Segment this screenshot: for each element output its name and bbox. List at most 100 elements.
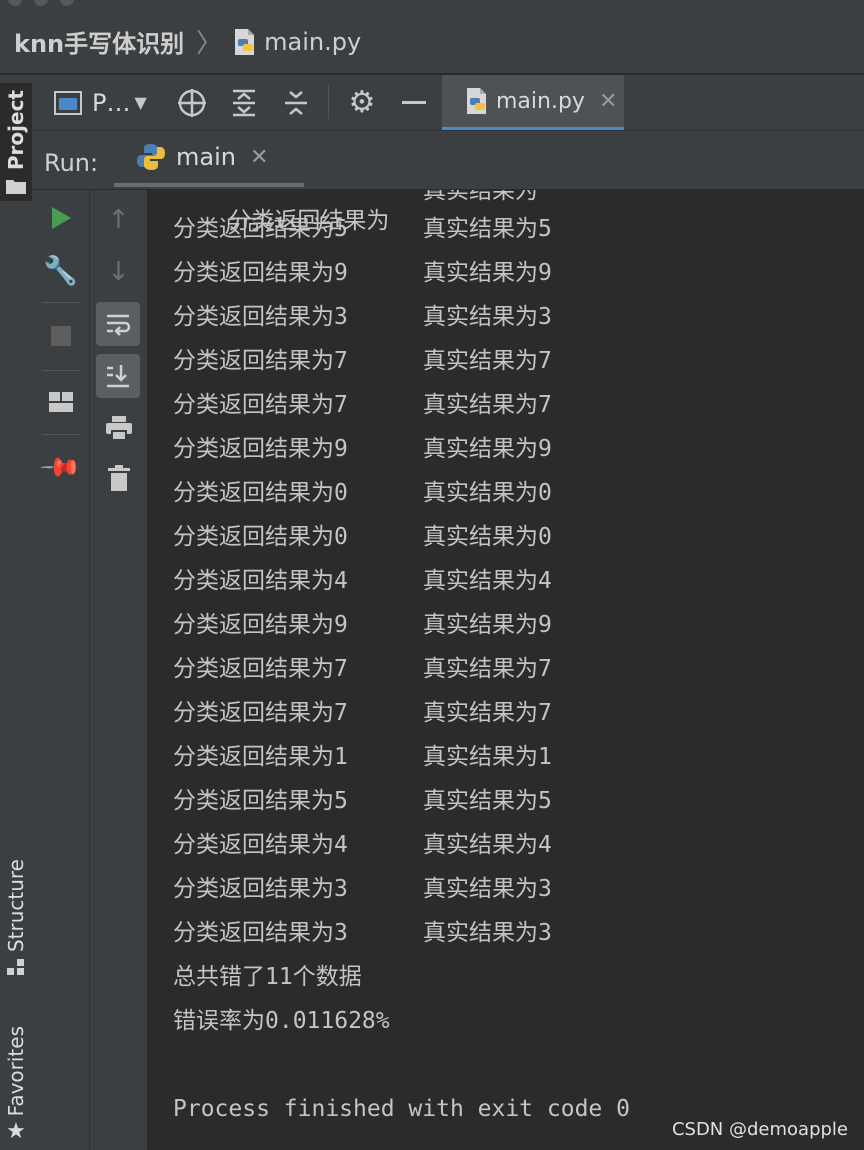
close-icon[interactable]: ✕	[250, 145, 268, 170]
true-result: 真实结果为0	[423, 524, 552, 550]
project-view-dropdown[interactable]: P… ▼	[54, 75, 158, 130]
stop-button[interactable]	[32, 314, 89, 358]
classified-result: 分类返回结果为7	[173, 700, 348, 726]
true-result: 真实结果为9	[423, 260, 552, 286]
summary-rate: 错误率为0.011628%	[173, 1008, 390, 1034]
expand-all-icon	[233, 89, 255, 116]
pin-icon: 📌	[38, 445, 83, 491]
minimize-window-icon[interactable]	[34, 0, 48, 6]
classified-result: 分类返回结果为1	[173, 744, 348, 770]
classified-result: 分类返回结果为3	[173, 876, 348, 902]
project-tool-tab[interactable]: Project	[0, 83, 32, 201]
expand-all-button[interactable]	[226, 75, 262, 130]
true-result: 真实结果为9	[423, 436, 552, 462]
classified-result: 分类返回结果为3	[173, 304, 348, 330]
crosshair-icon	[178, 88, 206, 117]
folder-icon	[6, 180, 26, 195]
window-icon	[54, 90, 82, 115]
true-result: 真实结果为4	[423, 832, 552, 858]
run-panel-header: Run: main ✕	[32, 131, 864, 190]
python-icon	[137, 144, 165, 170]
scroll-to-end-button[interactable]	[96, 354, 140, 398]
star-icon: ★	[6, 1118, 26, 1144]
console-line: 分类返回结果为3 真实结果为3	[173, 302, 552, 332]
soft-wrap-icon	[107, 314, 131, 336]
edit-configuration-button[interactable]: 🔧	[32, 248, 89, 292]
favorites-tool-tab[interactable]: Favorites ★	[0, 1020, 32, 1150]
minus-icon	[402, 101, 426, 104]
classified-result: 分类返回结果为9	[173, 612, 348, 638]
down-stack-button[interactable]: ↓	[90, 250, 147, 294]
console-line: 分类返回结果为7 真实结果为7	[173, 346, 552, 376]
clear-all-button[interactable]	[90, 456, 147, 500]
console-line: 分类返回结果为9 真实结果为9	[173, 610, 552, 640]
true-result: 真实结果为	[423, 190, 538, 204]
breadcrumb-file[interactable]: main.py	[264, 28, 361, 56]
close-window-icon[interactable]	[8, 0, 22, 6]
soft-wrap-button[interactable]	[96, 302, 140, 346]
run-tab-main[interactable]: main ✕	[114, 131, 304, 187]
rerun-button[interactable]	[32, 196, 89, 240]
classified-result: 分类返回结果为4	[173, 832, 348, 858]
stop-icon	[50, 326, 71, 346]
true-result: 真实结果为7	[423, 392, 552, 418]
true-result: 真实结果为0	[423, 480, 552, 506]
zoom-window-icon[interactable]	[60, 0, 74, 6]
console-line: 分类返回结果为7 真实结果为7	[173, 698, 552, 728]
console-line: 分类返回结果为3 真实结果为3	[173, 918, 552, 948]
gear-icon: ⚙	[348, 85, 376, 120]
breadcrumb-project[interactable]: knn手写体识别	[14, 24, 184, 59]
true-result: 真实结果为5	[423, 788, 552, 814]
arrow-down-icon: ↓	[107, 257, 130, 287]
settings-button[interactable]: ⚙	[344, 75, 380, 130]
scroll-to-end-icon	[107, 365, 129, 388]
classified-result: 分类返回结果为3	[173, 920, 348, 946]
favorites-tab-label: Favorites	[4, 1026, 28, 1117]
true-result: 真实结果为9	[423, 612, 552, 638]
trash-icon	[107, 465, 130, 491]
close-icon[interactable]: ✕	[599, 89, 617, 114]
run-label: Run:	[44, 149, 99, 177]
true-result: 真实结果为7	[423, 700, 552, 726]
breadcrumb-separator-icon: 〉	[196, 29, 223, 59]
window-titlebar	[0, 0, 864, 10]
collapse-all-button[interactable]	[278, 75, 314, 130]
console-line: 分类返回结果为7 真实结果为7	[173, 654, 552, 684]
true-result: 真实结果为5	[423, 216, 552, 242]
console-output[interactable]: 分类返回结果为 真实结果为 分类返回结果为5 真实结果为5 分类返回结果为9 真实结果…	[148, 190, 864, 1150]
printer-icon	[105, 416, 132, 440]
restore-layout-button[interactable]	[32, 380, 89, 424]
console-line: 分类返回结果为5 真实结果为5	[173, 214, 552, 244]
watermark: CSDN @demoapple	[671, 1119, 848, 1140]
exit-message: Process finished with exit code 0	[173, 1096, 630, 1122]
main-toolbar: P… ▼ ⚙ main.py ✕	[32, 75, 864, 131]
arrow-up-icon: ↑	[107, 205, 130, 235]
true-result: 真实结果为7	[423, 656, 552, 682]
tool-divider	[42, 370, 80, 371]
collapse-all-icon	[285, 90, 307, 115]
pin-tab-button[interactable]: 📌	[32, 446, 89, 490]
console-line: 分类返回结果为3 真实结果为3	[173, 874, 552, 904]
console-line: 分类返回结果为1 真实结果为1	[173, 742, 552, 772]
python-file-icon	[235, 28, 255, 55]
print-button[interactable]	[90, 406, 147, 450]
breadcrumb: knn手写体识别 〉 main.py	[0, 10, 864, 74]
structure-tab-label: Structure	[4, 858, 28, 953]
tool-divider	[42, 302, 80, 303]
locate-file-button[interactable]	[172, 75, 212, 130]
left-tool-strip: Project Structure Favorites ★	[0, 75, 33, 1150]
editor-tab-main-py[interactable]: main.py ✕	[442, 75, 624, 130]
chevron-down-icon: ▼	[134, 93, 147, 112]
classified-result: 分类返回结果为9	[173, 436, 348, 462]
classified-result: 分类返回结果为7	[173, 656, 348, 682]
up-stack-button[interactable]: ↑	[90, 198, 147, 242]
console-line: 分类返回结果为9 真实结果为9	[173, 434, 552, 464]
toolbar-divider	[328, 85, 329, 119]
wrench-icon: 🔧	[43, 253, 78, 287]
run-controls: 🔧 📌	[32, 190, 90, 1150]
run-tab-label: main	[176, 143, 236, 171]
true-result: 真实结果为7	[423, 348, 552, 374]
console-line: 分类返回结果为5 真实结果为5	[173, 786, 552, 816]
hide-panel-button[interactable]	[396, 75, 432, 130]
structure-tool-tab[interactable]: Structure	[0, 850, 32, 985]
